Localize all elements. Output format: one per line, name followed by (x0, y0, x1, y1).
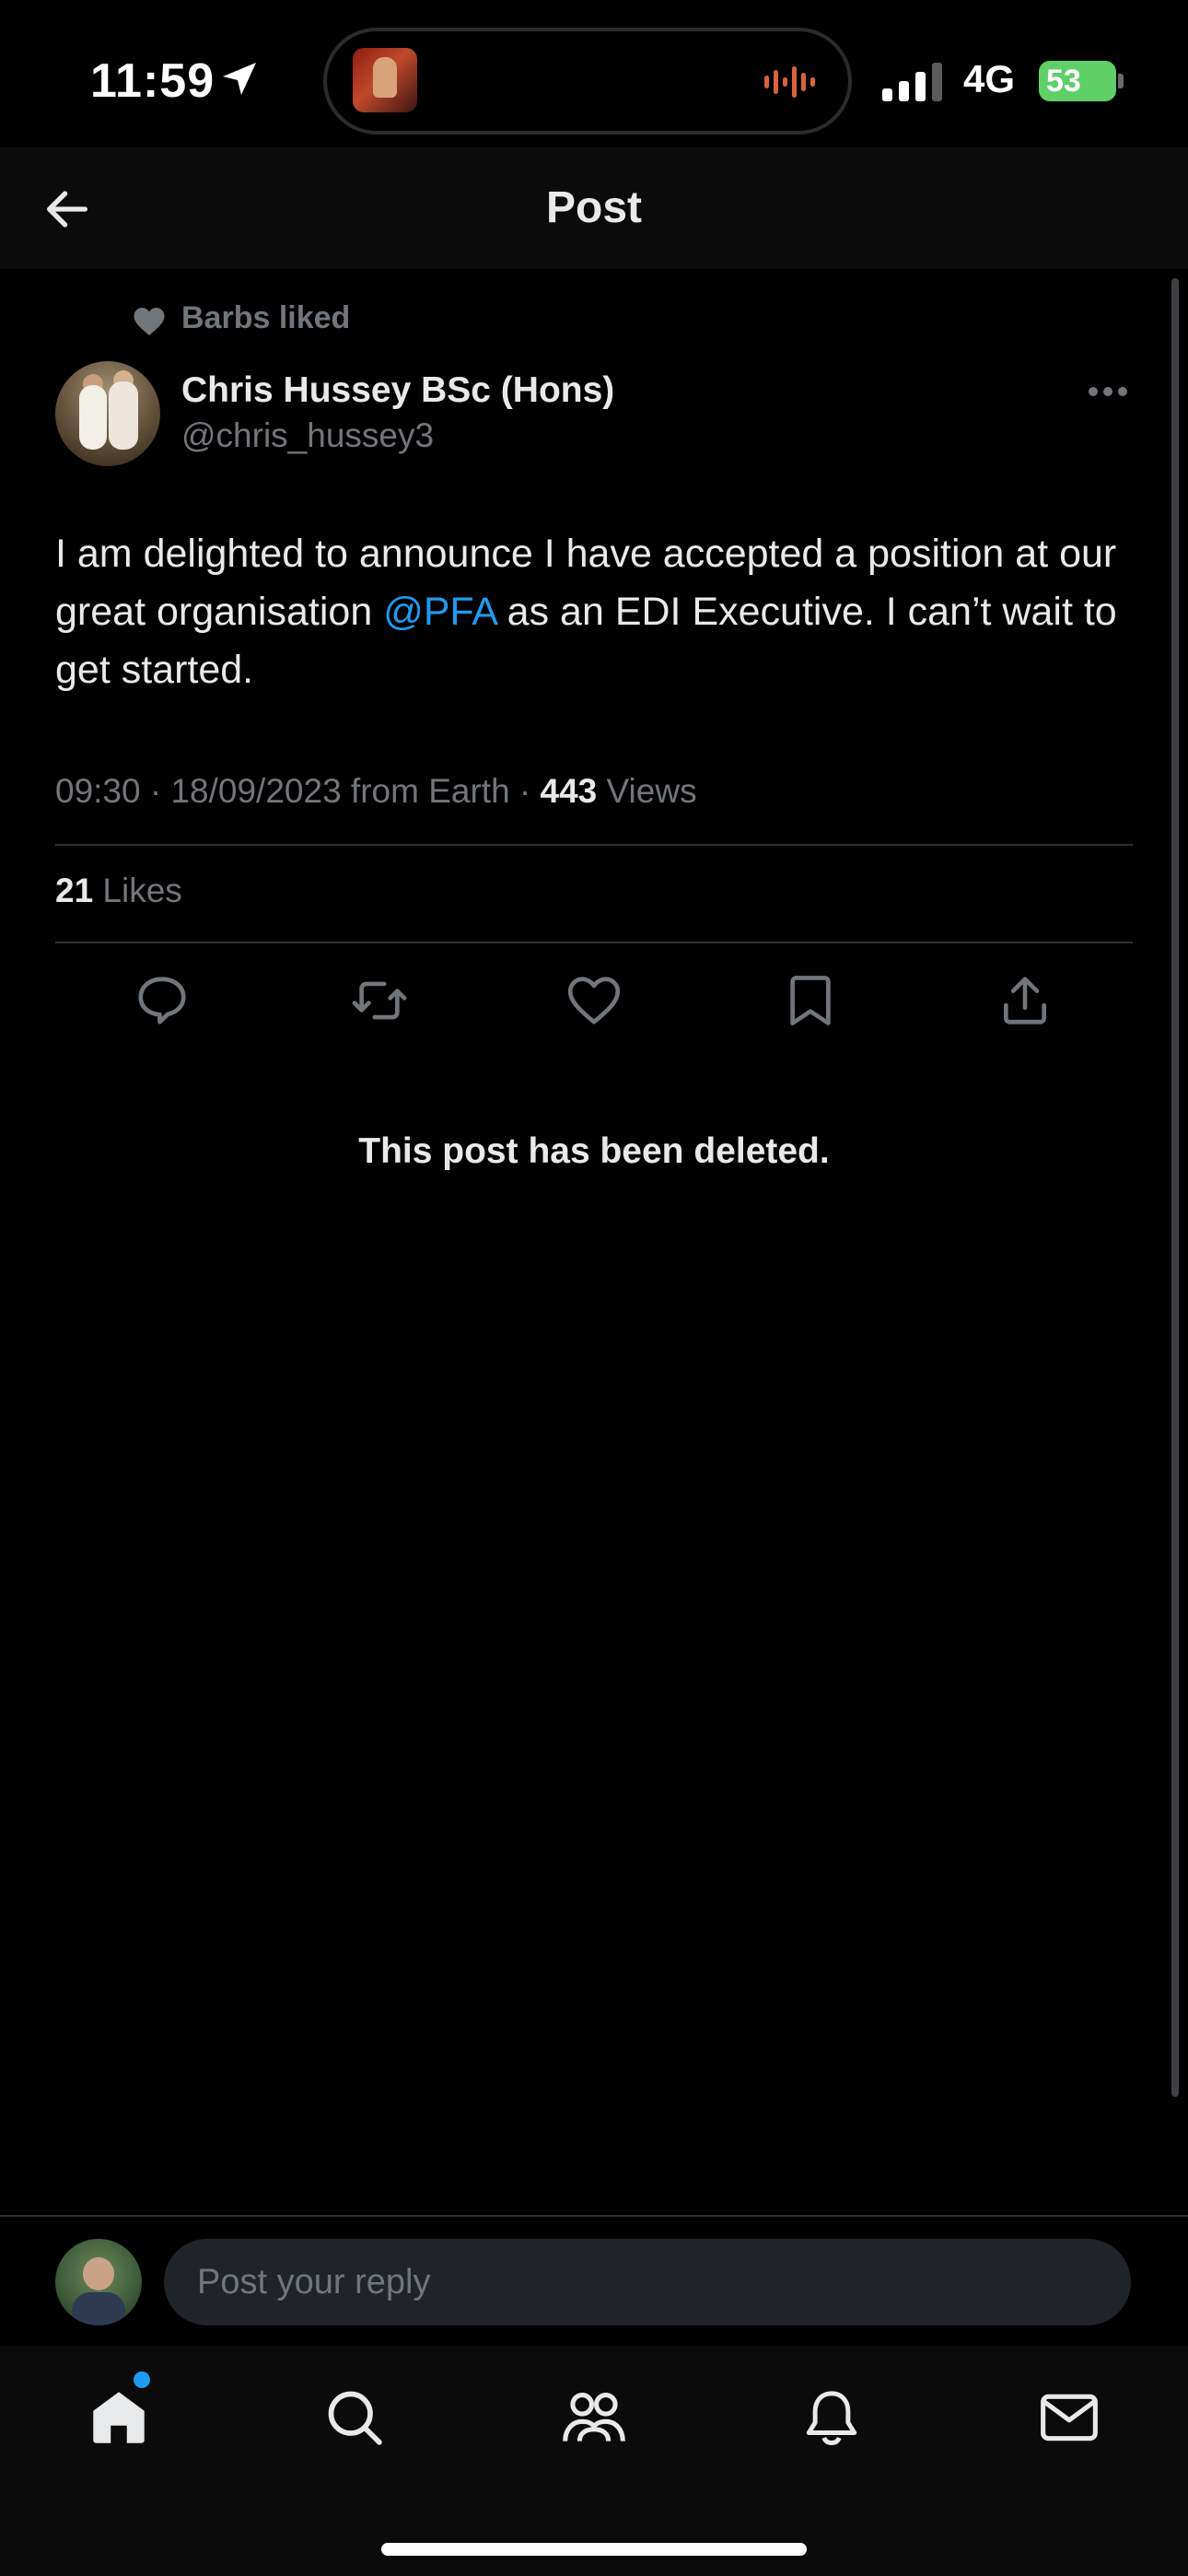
tab-notifications[interactable] (790, 2379, 873, 2456)
views-count: 443 (540, 772, 598, 810)
divider (55, 844, 1133, 846)
unread-indicator (134, 2371, 150, 2388)
page-title: Post (545, 183, 642, 232)
notifications-icon (806, 2391, 857, 2445)
social-context[interactable]: Barbs liked (181, 300, 350, 336)
tab-communities[interactable] (553, 2379, 635, 2456)
views-label: Views (597, 772, 697, 810)
tab-messages[interactable] (1028, 2379, 1111, 2456)
communities-icon (563, 2392, 625, 2441)
battery-cap (1118, 74, 1124, 88)
post-metadata: 09:30 · 18/09/2023 from Earth · 443 View… (55, 772, 697, 811)
deleted-notice: This post has been deleted. (358, 1131, 830, 1171)
user-avatar[interactable] (55, 2239, 142, 2325)
likes-link[interactable]: 21 Likes (55, 872, 182, 910)
post-text: I am delighted to announce I have accept… (55, 525, 1133, 699)
share-button[interactable] (992, 967, 1058, 1034)
timestamp: 09:30 · 18/09/2023 from Earth · (55, 772, 541, 810)
cellular-signal-icon (882, 63, 942, 101)
scrollbar[interactable] (1171, 278, 1179, 2097)
author-handle[interactable]: @chris_hussey3 (181, 416, 434, 455)
likes-count: 21 (55, 872, 94, 909)
location-arrow-icon (223, 63, 256, 95)
author-avatar[interactable] (55, 361, 160, 466)
bookmark-icon (790, 976, 831, 1025)
messages-icon (1041, 2394, 1098, 2441)
likes-label: Likes (93, 872, 182, 909)
status-time: 11:59 (90, 54, 215, 108)
author-name[interactable]: Chris Hussey BSc (Hons) (181, 370, 614, 411)
heart-icon (134, 308, 165, 335)
audio-waveform-icon (764, 66, 815, 98)
ellipsis-icon[interactable] (1087, 385, 1129, 398)
tab-search[interactable] (313, 2379, 396, 2456)
like-button[interactable] (561, 967, 627, 1034)
home-icon (93, 2392, 145, 2443)
battery-level: 53 (1039, 61, 1116, 101)
reply-input[interactable] (164, 2239, 1131, 2325)
mention-link[interactable]: @PFA (383, 590, 496, 634)
like-icon (567, 977, 621, 1025)
search-icon (328, 2391, 382, 2445)
bookmark-button[interactable] (777, 967, 844, 1034)
divider (55, 942, 1133, 943)
repost-button[interactable] (346, 967, 413, 1034)
tab-home[interactable] (77, 2379, 160, 2456)
network-type: 4G (963, 57, 1016, 100)
now-playing-artwork[interactable] (353, 48, 417, 112)
reply-icon (138, 977, 186, 1025)
share-icon (1004, 977, 1046, 1025)
home-indicator[interactable] (381, 2543, 807, 2556)
reply-button[interactable] (129, 967, 195, 1034)
repost-icon (352, 981, 407, 1020)
